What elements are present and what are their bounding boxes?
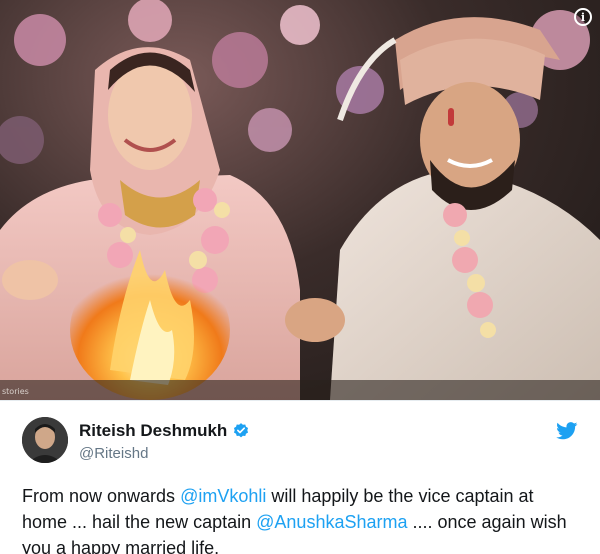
tweet-text: From now onwards @imVkohli will happily … — [22, 483, 582, 554]
photo-credit: stories — [2, 387, 29, 396]
avatar-image — [22, 417, 68, 463]
tweet-card: Riteish Deshmukh @Riteishd From now onwa… — [0, 400, 600, 554]
mention-link[interactable]: @imVkohli — [180, 486, 266, 506]
wedding-photo-illustration — [0, 0, 600, 400]
mention-link[interactable]: @AnushkaSharma — [256, 512, 407, 532]
avatar[interactable] — [22, 417, 68, 463]
tweet-text-part: From now onwards — [22, 486, 181, 506]
verified-badge-icon — [234, 423, 249, 438]
twitter-bird-icon[interactable] — [556, 422, 578, 440]
display-name[interactable]: Riteish Deshmukh — [79, 421, 227, 441]
wedding-photo[interactable]: stories i — [0, 0, 600, 400]
author-info[interactable]: Riteish Deshmukh @Riteishd — [79, 421, 250, 462]
author-name-row: Riteish Deshmukh — [79, 421, 250, 441]
info-icon[interactable]: i — [574, 8, 592, 26]
user-handle[interactable]: @Riteishd — [79, 445, 250, 462]
